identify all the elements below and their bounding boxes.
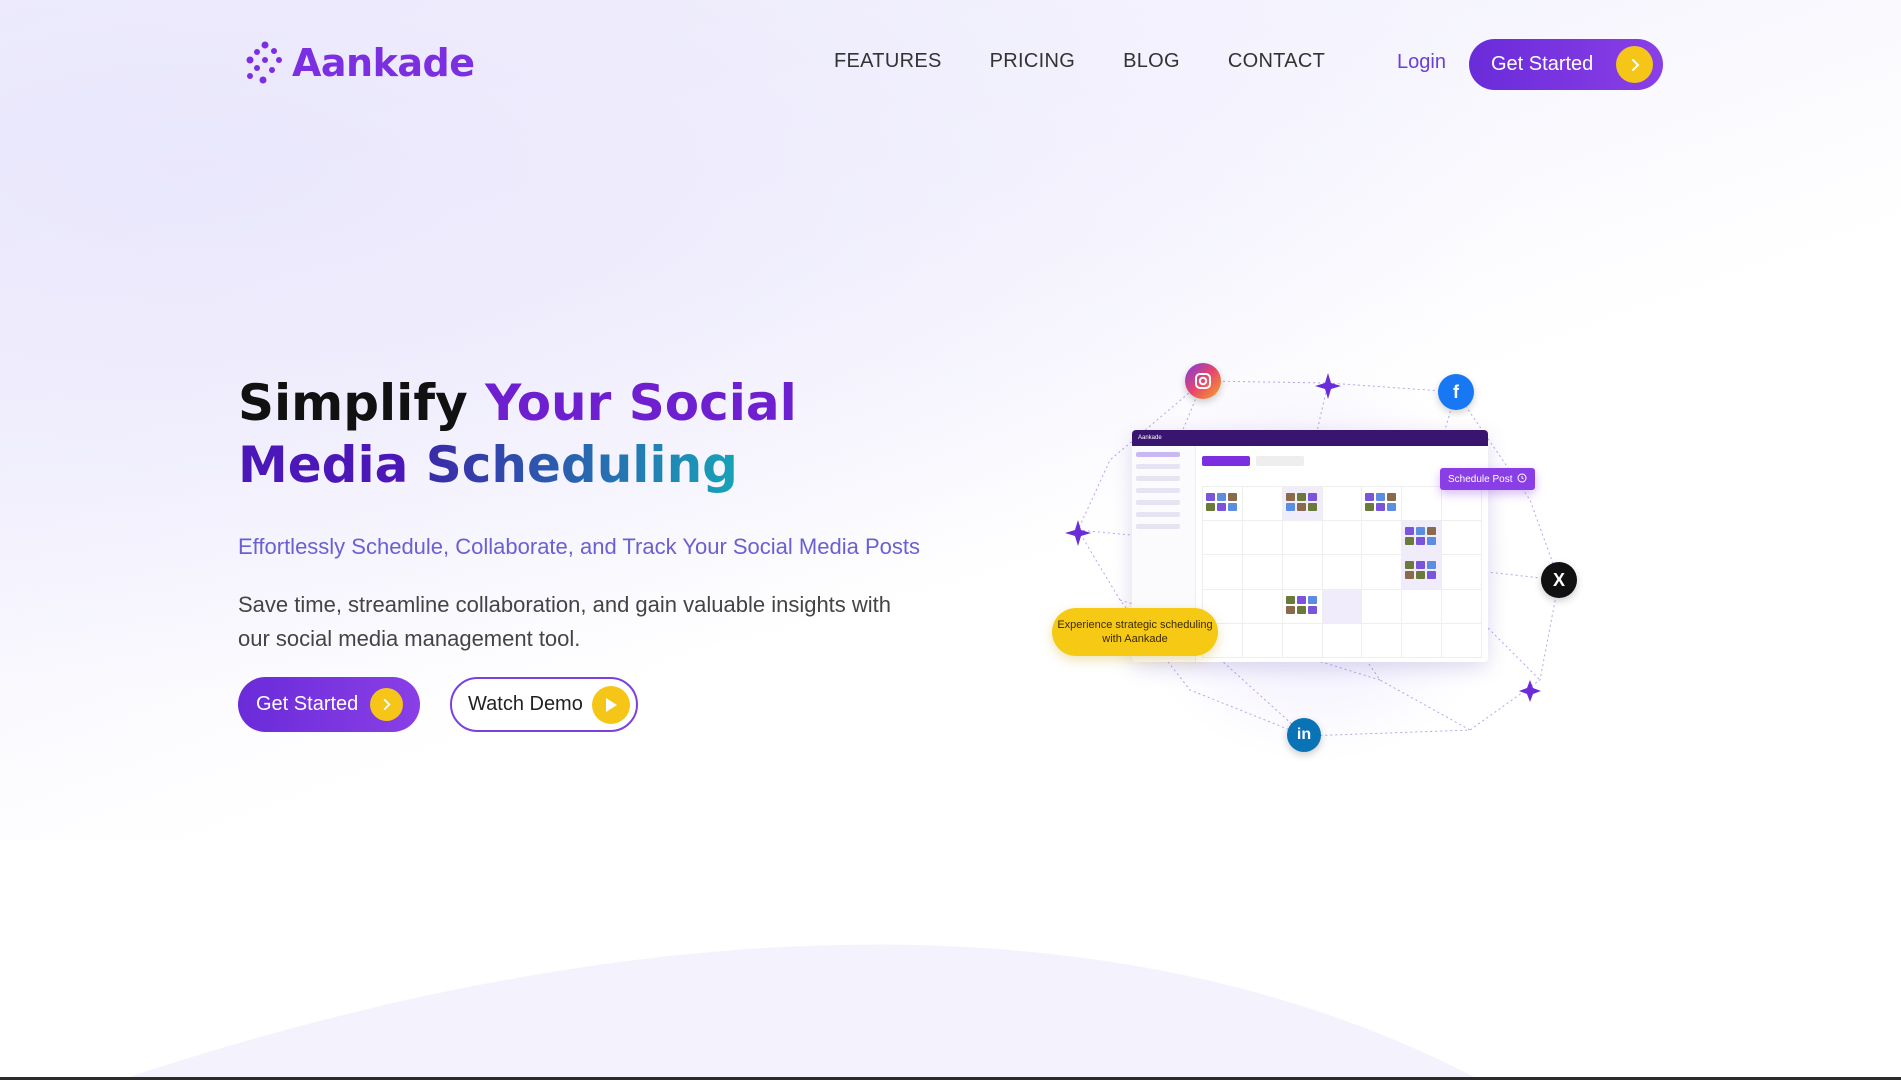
calendar-cell [1242, 521, 1283, 556]
app-preview-logo: Aankade [1138, 435, 1162, 441]
schedule-post-label: Schedule Post [1448, 473, 1513, 485]
main-nav: FEATURES PRICING BLOG CONTACT [834, 50, 1325, 73]
nav-item-pricing[interactable]: PRICING [990, 50, 1075, 73]
calendar-cell [1362, 555, 1403, 590]
hero-description: Save time, streamline collaboration, and… [238, 592, 892, 651]
calendar-cell [1442, 487, 1482, 522]
linkedin-icon: in [1287, 718, 1321, 752]
logo-icon [246, 41, 282, 84]
calendar-cell [1242, 589, 1283, 624]
watch-demo-button[interactable]: Watch Demo [450, 677, 638, 732]
nav-item-contact[interactable]: CONTACT [1228, 50, 1325, 73]
hero-title-part1: Simplify [238, 374, 486, 432]
calendar-cell [1362, 521, 1403, 556]
calendar-cell [1322, 555, 1363, 590]
instagram-icon [1185, 363, 1221, 399]
calendar-cell [1402, 555, 1443, 590]
x-icon: X [1541, 562, 1577, 598]
calendar-cell [1203, 487, 1243, 522]
calendar-cell [1402, 623, 1443, 658]
calendar-cell [1322, 521, 1363, 556]
hero-illustration: Aankade Schedule Post Experience strateg… [1030, 350, 1590, 770]
calendar-grid [1202, 486, 1482, 658]
hero-title: Simplify Your Social Media Scheduling [238, 372, 797, 496]
calendar-cell [1442, 555, 1482, 590]
calendar-cell [1442, 521, 1482, 556]
calendar-cell [1322, 623, 1363, 658]
calendar-cell [1282, 555, 1323, 590]
header-get-started-label: Get Started [1491, 53, 1594, 75]
hero-title-part3: Media [238, 436, 426, 494]
calendar-cell [1362, 623, 1403, 658]
calendar-cell [1242, 623, 1283, 658]
section-wave [120, 944, 1480, 1080]
calendar-cell [1242, 555, 1283, 590]
calendar-cell [1362, 589, 1403, 624]
calendar-cell [1402, 589, 1443, 624]
nav-item-blog[interactable]: BLOG [1123, 50, 1180, 73]
calendar-cell [1322, 487, 1363, 522]
calendar-cell [1402, 487, 1443, 522]
scheduling-callout: Experience strategic scheduling with Aan… [1052, 608, 1218, 656]
logo-text: Aankade [292, 41, 475, 85]
calendar-cell [1402, 521, 1443, 556]
calendar-cell [1203, 555, 1243, 590]
calendar-cell [1203, 521, 1243, 556]
play-icon [592, 685, 630, 724]
hero-get-started-button[interactable]: Get Started [238, 677, 420, 732]
calendar-cell [1282, 589, 1323, 624]
nav-item-features[interactable]: FEATURES [834, 50, 942, 73]
hero-subtitle: Effortlessly Schedule, Collaborate, and … [238, 534, 920, 559]
calendar-cell [1442, 623, 1482, 658]
calendar-cell [1242, 487, 1283, 522]
calendar-cell [1322, 589, 1363, 624]
hero-title-part4: Scheduling [425, 436, 738, 494]
login-link[interactable]: Login [1397, 51, 1446, 74]
calendar-cell [1442, 589, 1482, 624]
calendar-cell [1282, 521, 1323, 556]
chevron-right-icon [1616, 46, 1653, 83]
hero-get-started-label: Get Started [256, 693, 359, 715]
schedule-post-badge: Schedule Post [1440, 468, 1535, 490]
hero-title-part2: Your Social [485, 374, 797, 432]
calendar-cell [1282, 487, 1323, 522]
watch-demo-label: Watch Demo [468, 693, 583, 715]
header-get-started-button[interactable]: Get Started [1469, 39, 1663, 90]
logo[interactable]: Aankade [244, 40, 475, 86]
chevron-right-icon [370, 688, 404, 721]
facebook-icon: f [1438, 374, 1474, 410]
app-preview-topbar: Aankade [1132, 430, 1488, 446]
calendar-cell [1362, 487, 1403, 522]
clock-icon [1517, 473, 1527, 486]
calendar-cell [1282, 623, 1323, 658]
